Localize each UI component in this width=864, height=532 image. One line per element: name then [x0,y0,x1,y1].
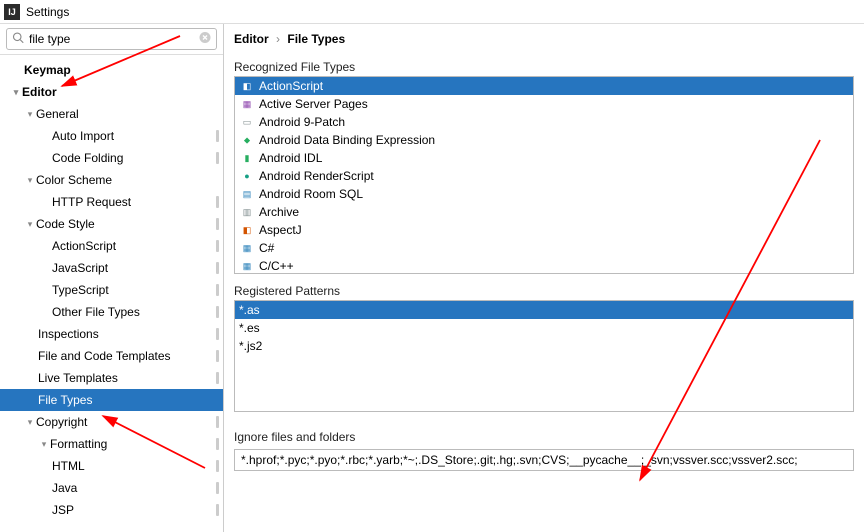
filetype-icon: ▦ [239,97,255,111]
tree-item-general[interactable]: ▾General [0,103,223,125]
app-icon: IJ [4,4,20,20]
tree-item-editor[interactable]: ▾Editor [0,81,223,103]
list-item-label: Android Room SQL [259,187,363,201]
filetype-icon: ▥ [239,205,255,219]
list-item[interactable]: ● Android RenderScript [235,167,853,185]
list-item[interactable]: ▮ Android IDL [235,149,853,167]
recognized-list[interactable]: ◧ ActionScript ▦ Active Server Pages ▭ Androi… [234,76,854,274]
chevron-down-icon: ▾ [24,109,36,120]
tree-item-typescript[interactable]: TypeScript [0,279,223,301]
list-item[interactable]: ▭ Android 9-Patch [235,113,853,131]
tree-item-live-templates[interactable]: Live Templates [0,367,223,389]
search-wrap [0,24,223,55]
chevron-down-icon: ▾ [24,175,36,186]
tree-item-other-file-types[interactable]: Other File Types [0,301,223,323]
list-item-label: C/C++ [259,259,294,273]
list-item[interactable]: ▦ C/C++ [235,257,853,274]
patterns-label: Registered Patterns [234,284,854,298]
tree-item-formatting[interactable]: ▾Formatting [0,433,223,455]
breadcrumb: Editor › File Types [234,32,854,46]
chevron-down-icon: ▾ [24,219,36,230]
chevron-down-icon: ▾ [10,87,22,98]
list-item-label: Android IDL [259,151,322,165]
list-item-label: C# [259,241,274,255]
filetype-icon: ▦ [239,241,255,255]
chevron-down-icon: ▾ [38,439,50,450]
sidebar: Keymap ▾Editor ▾General Auto Import Code… [0,24,224,532]
search-input[interactable] [6,28,217,50]
chevron-right-icon: › [276,32,280,46]
patterns-list[interactable]: *.as *.es *.js2 [234,300,854,412]
list-item-label: Android Data Binding Expression [259,133,435,147]
filetype-icon: ⬥ [239,133,255,147]
list-item-label: *.as [239,303,260,317]
recognized-label: Recognized File Types [234,60,854,74]
list-item[interactable]: ▥ Archive [235,203,853,221]
filetype-icon: ◧ [239,79,255,93]
breadcrumb-root[interactable]: Editor [234,32,269,46]
chevron-down-icon: ▾ [24,417,36,428]
list-item[interactable]: ▤ Android Room SQL [235,185,853,203]
ignore-section: Ignore files and folders [234,426,854,471]
tree-item-code-folding[interactable]: Code Folding [0,147,223,169]
list-item[interactable]: ▦ Active Server Pages [235,95,853,113]
filetype-icon: ▤ [239,187,255,201]
tree-item-code-style[interactable]: ▾Code Style [0,213,223,235]
filetype-icon: ▭ [239,115,255,129]
list-item-label: Archive [259,205,299,219]
list-item[interactable]: ◧ AspectJ [235,221,853,239]
list-item-label: ActionScript [259,79,323,93]
tree-item-inspections[interactable]: Inspections [0,323,223,345]
list-item[interactable]: ▦ C# [235,239,853,257]
tree-item-jsp[interactable]: JSP [0,499,223,521]
list-item-label: *.es [239,321,260,335]
tree-item-file-code-templates[interactable]: File and Code Templates [0,345,223,367]
tree-item-javascript[interactable]: JavaScript [0,257,223,279]
list-item[interactable]: ◧ ActionScript [235,77,853,95]
content-panel: Editor › File Types Recognized File Type… [224,24,864,532]
list-item-label: Android 9-Patch [259,115,345,129]
list-item-label: AspectJ [259,223,302,237]
tree-item-copyright[interactable]: ▾Copyright [0,411,223,433]
window-title: Settings [26,5,69,19]
tree-item-http-request[interactable]: HTTP Request [0,191,223,213]
main: Keymap ▾Editor ▾General Auto Import Code… [0,24,864,532]
list-item[interactable]: *.js2 [235,337,853,355]
filetype-icon: ◧ [239,223,255,237]
list-item-label: Active Server Pages [259,97,368,111]
ignore-input[interactable] [234,449,854,471]
titlebar: IJ Settings [0,0,864,24]
list-item-label: *.js2 [239,339,262,353]
tree-item-html[interactable]: HTML [0,455,223,477]
tree-item-color-scheme[interactable]: ▾Color Scheme [0,169,223,191]
filetype-icon: ▮ [239,151,255,165]
list-item-label: Android RenderScript [259,169,374,183]
clear-search-icon[interactable] [199,32,211,47]
tree-item-java[interactable]: Java [0,477,223,499]
filetype-icon: ● [239,169,255,183]
filetype-icon: ▦ [239,259,255,273]
tree-item-auto-import[interactable]: Auto Import [0,125,223,147]
tree-item-actionscript[interactable]: ActionScript [0,235,223,257]
settings-tree[interactable]: Keymap ▾Editor ▾General Auto Import Code… [0,55,223,532]
tree-item-file-types[interactable]: File Types [0,389,223,411]
list-item[interactable]: *.es [235,319,853,337]
ignore-label: Ignore files and folders [234,430,854,444]
list-item[interactable]: *.as [235,301,853,319]
tree-item-keymap[interactable]: Keymap [0,59,223,81]
search-icon [12,32,24,47]
list-item[interactable]: ⬥ Android Data Binding Expression [235,131,853,149]
breadcrumb-leaf: File Types [287,32,345,46]
